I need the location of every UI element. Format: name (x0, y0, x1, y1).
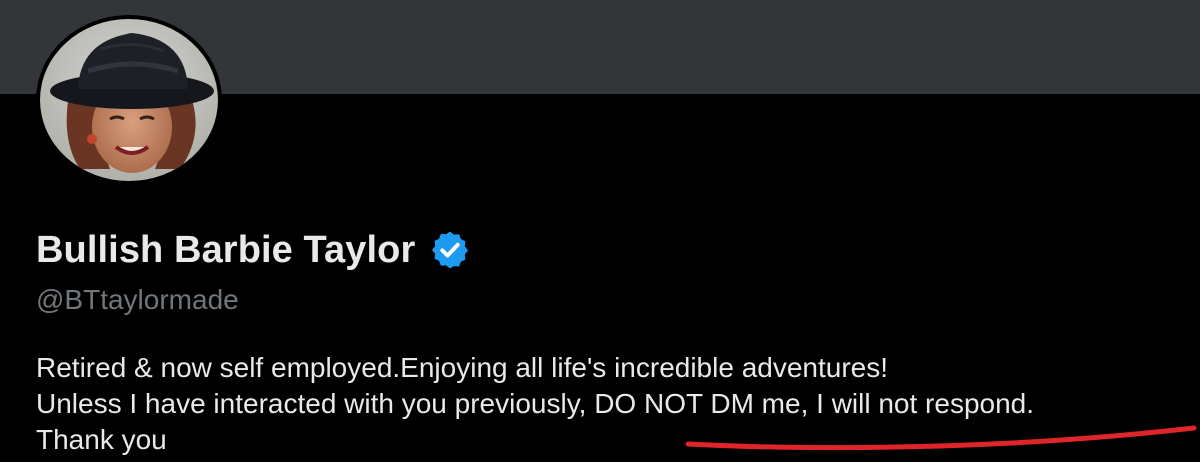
red-underline-annotation (685, 425, 1197, 451)
verified-badge-icon[interactable] (429, 229, 471, 271)
display-name: Bullish Barbie Taylor (36, 228, 416, 271)
bio-line: Retired & now self employed.Enjoying all… (36, 352, 889, 383)
profile-avatar[interactable] (36, 15, 222, 185)
profile-handle: @BTtaylormade (36, 284, 239, 315)
bio-line: Unless I have interacted with you previo… (36, 388, 1035, 419)
avatar-image (40, 19, 218, 181)
name-row: Bullish Barbie Taylor (36, 224, 471, 276)
